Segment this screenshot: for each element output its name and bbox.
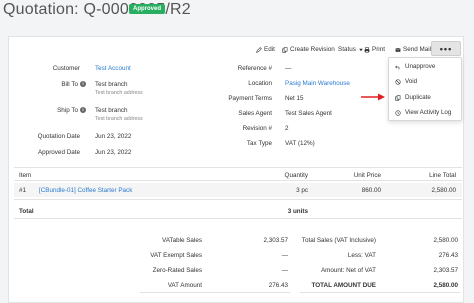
copy-icon	[282, 46, 288, 53]
bill-to-address: Test branch address	[95, 90, 143, 96]
menu-item-unapprove-label: Unapprove	[405, 63, 436, 70]
ship-to-label-text: Ship To	[57, 107, 78, 114]
payment-terms-label: Payment Terms	[228, 95, 272, 102]
vatable-sales-label: VATable Sales	[161, 237, 202, 244]
bill-to-label-text: Bill To	[61, 81, 78, 88]
menu-item-view-activity-log-label: View Activity Log	[405, 109, 452, 116]
ban-icon	[395, 78, 401, 85]
menu-item-unapprove[interactable]: Unapprove	[395, 63, 435, 70]
ship-to-label: Ship To i	[30, 107, 86, 114]
quotation-date-value: Jun 23, 2022	[95, 133, 132, 140]
total-due-value: 2,580.00	[433, 282, 458, 289]
customer-label: Customer	[52, 65, 80, 72]
sales-agent-value: Test Sales Agent	[285, 110, 332, 117]
send-mail-label: Send Mail	[403, 46, 432, 53]
approved-date-label: Approved Date	[37, 149, 80, 156]
create-revision-button[interactable]: Create Revision	[282, 44, 335, 55]
undo-icon	[395, 65, 400, 70]
create-revision-label: Create Revision	[290, 46, 335, 53]
divider	[14, 218, 462, 219]
status-label: Status	[338, 46, 356, 53]
column-header-quantity: Quantity	[284, 172, 308, 179]
edit-label: Edit	[264, 46, 275, 53]
sales-agent-label: Sales Agent	[238, 110, 272, 117]
duplicate-icon	[395, 94, 401, 101]
info-icon[interactable]: i	[80, 107, 86, 114]
total-sales-value: 2,580.00	[433, 237, 458, 244]
column-header-unit-price: Unit Price	[353, 172, 381, 179]
payment-terms-value: Net 15	[285, 95, 304, 102]
menu-item-void-label: Void	[405, 78, 418, 85]
divider	[300, 292, 460, 293]
info-icon[interactable]: i	[80, 81, 86, 88]
edit-button[interactable]: Edit	[256, 44, 275, 55]
row-unit-price: 860.00	[361, 187, 381, 194]
column-header-item: Item	[19, 172, 32, 179]
less-vat-value: 276.43	[438, 252, 458, 259]
divider	[14, 199, 462, 200]
row-quantity: 3 pc	[296, 187, 308, 194]
more-actions-button[interactable]: •••	[431, 41, 461, 56]
menu-item-view-activity-log[interactable]: View Activity Log	[395, 109, 451, 116]
zero-rated-label: Zero-Rated Sales	[152, 267, 202, 274]
location-link[interactable]: Pasig Main Warehouse	[285, 80, 350, 87]
revision-value: 2	[285, 125, 289, 132]
tax-type-value: VAT (12%)	[285, 140, 315, 147]
total-sales-label: Total Sales (VAT Inclusive)	[301, 237, 376, 244]
total-due-label: TOTAL AMOUNT DUE	[311, 282, 376, 289]
history-icon	[395, 109, 401, 116]
printer-icon	[364, 46, 370, 53]
amount-net-label: Amount: Net of VAT	[320, 267, 376, 274]
item-link[interactable]: [CBundle-01] Coffee Starter Pack	[39, 187, 132, 194]
reference-value: —	[285, 65, 292, 72]
menu-item-duplicate[interactable]: Duplicate	[395, 94, 431, 101]
amount-net-value: 2,303.57	[433, 267, 458, 274]
row-line-total: 2,580.00	[431, 187, 456, 194]
location-label: Location	[248, 80, 272, 87]
caret-down-icon	[359, 48, 363, 51]
divider	[140, 292, 290, 293]
send-mail-button[interactable]: Send Mail	[395, 44, 431, 55]
reference-label: Reference #	[237, 65, 272, 72]
zero-rated-value: —	[281, 267, 288, 274]
print-label: Print	[372, 46, 385, 53]
revision-label: Revision #	[242, 125, 272, 132]
vat-exempt-value: —	[281, 252, 288, 259]
annotation-arrow-icon	[361, 93, 385, 101]
pencil-icon	[256, 46, 262, 53]
customer-link[interactable]: Test Account	[95, 65, 131, 72]
bill-to-label: Bill To i	[30, 81, 86, 88]
vatable-sales-value: 2,303.57	[263, 237, 288, 244]
menu-item-duplicate-label: Duplicate	[405, 94, 431, 101]
more-actions-menu: Unapprove Void Duplicate View Activity L…	[388, 57, 462, 121]
less-vat-label: Less: VAT	[347, 252, 376, 259]
quotation-date-label: Quotation Date	[37, 133, 80, 140]
vat-exempt-label: VAT Exempt Sales	[150, 252, 202, 259]
tax-type-label: Tax Type	[246, 140, 272, 147]
column-header-line-total: Line Total	[429, 172, 456, 179]
envelope-icon	[395, 47, 401, 52]
vat-amount-label: VAT Amount	[167, 282, 202, 289]
status-dropdown[interactable]: Status	[338, 44, 364, 55]
approved-date-value: Jun 23, 2022	[95, 149, 132, 156]
total-units: 3 units	[287, 208, 308, 215]
print-button[interactable]: Print	[364, 44, 385, 55]
total-label: Total	[19, 208, 34, 215]
table-header	[14, 167, 462, 181]
ship-to-address: Test branch address	[95, 116, 143, 122]
bill-to-value: Test branch	[95, 81, 128, 88]
row-number: #1	[19, 187, 27, 194]
status-badge: Approved	[129, 4, 166, 14]
menu-item-void[interactable]: Void	[395, 78, 417, 85]
vat-amount-value: 276.43	[268, 282, 288, 289]
ship-to-value: Test branch	[95, 107, 128, 114]
